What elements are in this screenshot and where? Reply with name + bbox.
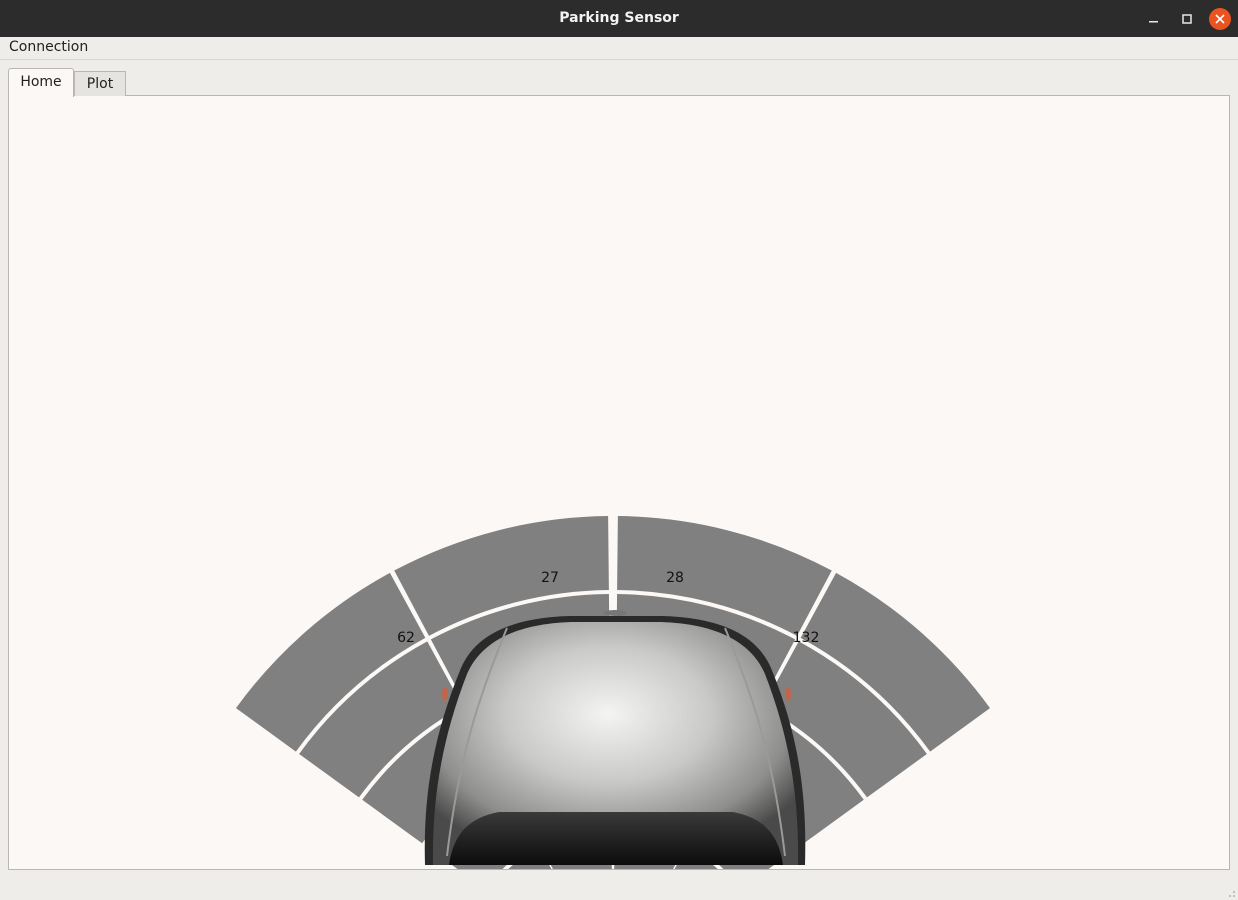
sensor-reading-right-outer: 132 <box>792 630 820 646</box>
window-title: Parking Sensor <box>559 10 679 26</box>
close-icon <box>1215 14 1225 24</box>
close-button[interactable] <box>1209 8 1231 30</box>
minimize-button[interactable] <box>1143 8 1165 30</box>
sensor-reading-right-inner: 28 <box>666 570 684 586</box>
menu-bar: Connection <box>0 37 1238 60</box>
parking-radar <box>235 516 991 869</box>
title-bar: Parking Sensor <box>0 0 1238 37</box>
resize-grip-icon[interactable] <box>1226 888 1236 898</box>
car-top-view-icon <box>424 610 806 865</box>
tab-plot[interactable]: Plot <box>74 71 126 96</box>
menu-connection[interactable]: Connection <box>9 39 88 55</box>
home-panel: 62 27 28 132 <box>8 95 1230 870</box>
tab-home[interactable]: Home <box>8 68 74 97</box>
minimize-icon <box>1149 21 1158 23</box>
sensor-reading-left-outer: 62 <box>397 630 415 646</box>
sensor-reading-left-inner: 27 <box>541 570 559 586</box>
maximize-icon <box>1182 14 1192 24</box>
maximize-button[interactable] <box>1176 8 1198 30</box>
